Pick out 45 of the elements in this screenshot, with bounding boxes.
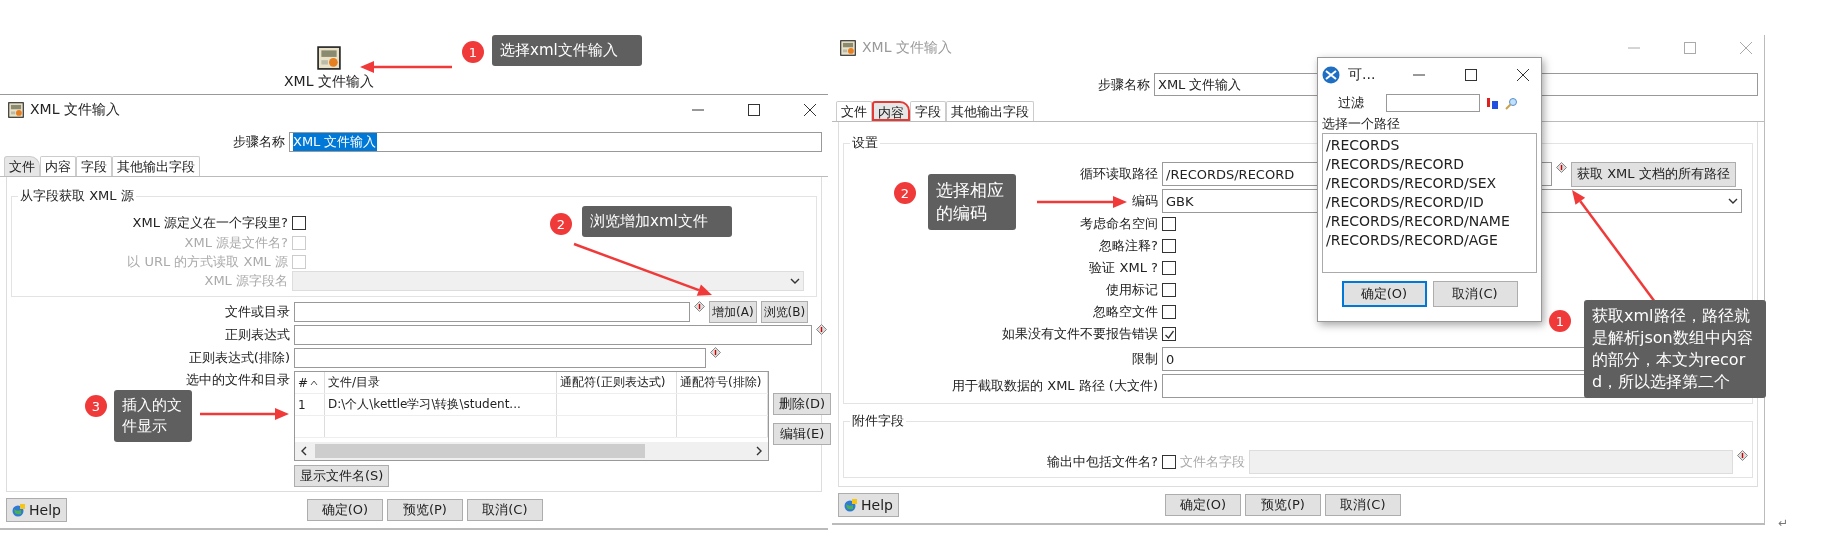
field-label: XML 源是文件名? [184,234,288,250]
field-label: 循环读取路径 [1080,166,1158,181]
annotation-tooltip: 选择xml文件输入 [492,35,642,66]
field-label: 文件或目录 [225,304,290,319]
field-label: 正则表达式 [225,327,290,342]
field-label: 限制 [1132,351,1158,366]
field-label: 文件名字段 [1180,453,1245,471]
field-value: GBK [1166,193,1194,209]
window-title: XML 文件输入 [862,39,952,57]
field-label: 步骤名称 [1098,76,1150,92]
column-header: 通配符号(排除) [680,374,762,391]
field-label: 步骤名称 [233,134,285,149]
annotation-tooltip: 插入的文件显示 [114,390,192,442]
window-title: 可... [1348,66,1376,84]
field-label: 用于截取数据的 XML 路径 (大文件) [952,378,1158,393]
field-label: 选中的文件和目录 [186,372,290,387]
field-label: 过滤 [1338,95,1364,110]
field-label: 编码 [1132,193,1158,208]
field-label: XML 源字段名 [204,273,288,288]
field-label: 使用标记 [1106,282,1158,297]
field-label: 以 URL 的方式读取 XML 源 [127,253,288,269]
table-cell: 1 [295,394,325,415]
list-label: 选择一个路径 [1322,115,1401,133]
field-label: 考虑命名空间 [1080,216,1158,231]
return-mark: ↵ [1778,516,1789,530]
group-title: 设置 [851,134,879,152]
field-label: 忽略注释? [1099,238,1158,253]
annotation-tooltip: 获取xml路径，路径就是解析json数组中内容的部分，本文为record，所以选择第二个 [1584,300,1766,398]
node-label: XML 文件输入 [284,73,374,89]
table-cell: D:\个人\kettle学习\转换\student... [325,394,557,415]
window-title: XML 文件输入 [30,101,120,119]
field-label: XML 源定义在一个字段里? [132,215,288,230]
field-label: 如果没有文件不要报告错误 [1002,326,1158,341]
field-label: 忽略空文件 [1093,304,1158,319]
annotation-tooltip: 选择相应的编码 [928,174,1016,230]
column-header: 通配符(正则表达式) [560,374,666,391]
annotation-tooltip: 浏览增加xml文件 [582,206,732,237]
step-number: 1 [462,41,484,63]
column-header: # [298,375,309,390]
group-title: 附件字段 [851,412,905,430]
field-label: 验证 XML ? [1089,260,1158,275]
group-title: 从字段获取 XML 源 [19,187,135,205]
column-header: 文件/目录 [328,374,381,391]
field-label: 输出中包括文件名? [1047,454,1158,469]
field-label: 正则表达式(排除) [188,350,290,365]
